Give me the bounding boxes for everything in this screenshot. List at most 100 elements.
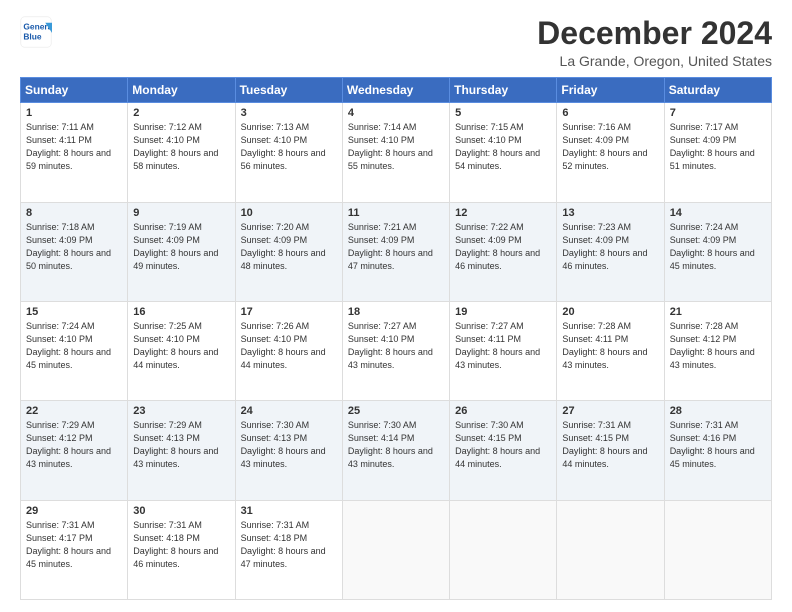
calendar-header-row: SundayMondayTuesdayWednesdayThursdayFrid… [21,78,772,103]
calendar-cell [450,500,557,599]
day-info: Sunrise: 7:25 AMSunset: 4:10 PMDaylight:… [133,320,229,372]
day-info: Sunrise: 7:20 AMSunset: 4:09 PMDaylight:… [241,221,337,273]
day-info: Sunrise: 7:31 AMSunset: 4:15 PMDaylight:… [562,419,658,471]
day-info: Sunrise: 7:28 AMSunset: 4:11 PMDaylight:… [562,320,658,372]
calendar-cell: 4Sunrise: 7:14 AMSunset: 4:10 PMDaylight… [342,103,449,202]
calendar-cell: 17 Sunrise: 7:26 AMSunset: 4:10 PMDayligh… [235,301,342,400]
day-info: Sunrise: 7:11 AMSunset: 4:11 PMDaylight:… [26,121,122,173]
calendar-header-thursday: Thursday [450,78,557,103]
subtitle: La Grande, Oregon, United States [537,53,772,69]
day-number: 1 [26,107,122,119]
day-number: 19 [455,306,551,318]
calendar-cell: 6Sunrise: 7:16 AMSunset: 4:09 PMDaylight… [557,103,664,202]
day-info: Sunrise: 7:31 AMSunset: 4:17 PMDaylight:… [26,519,122,571]
calendar-cell: 12 Sunrise: 7:22 AMSunset: 4:09 PMDayligh… [450,202,557,301]
day-info: Sunrise: 7:27 AMSunset: 4:11 PMDaylight:… [455,320,551,372]
day-number: 2 [133,107,229,119]
calendar-cell: 10 Sunrise: 7:20 AMSunset: 4:09 PMDayligh… [235,202,342,301]
day-info: Sunrise: 7:21 AMSunset: 4:09 PMDaylight:… [348,221,444,273]
day-number: 9 [133,207,229,219]
calendar-cell: 23Sunrise: 7:29 AMSunset: 4:13 PMDayligh… [128,401,235,500]
main-title: December 2024 [537,16,772,51]
day-info: Sunrise: 7:28 AMSunset: 4:12 PMDaylight:… [670,320,766,372]
day-number: 30 [133,505,229,517]
calendar-week-4: 22Sunrise: 7:29 AMSunset: 4:12 PMDayligh… [21,401,772,500]
calendar-cell: 29 Sunrise: 7:31 AMSunset: 4:17 PMDayligh… [21,500,128,599]
title-block: December 2024 La Grande, Oregon, United … [537,16,772,69]
day-number: 27 [562,405,658,417]
day-number: 8 [26,207,122,219]
day-info: Sunrise: 7:15 AMSunset: 4:10 PMDaylight:… [455,121,551,173]
day-number: 4 [348,107,444,119]
day-number: 6 [562,107,658,119]
day-number: 24 [241,405,337,417]
calendar-table: SundayMondayTuesdayWednesdayThursdayFrid… [20,77,772,600]
calendar-week-5: 29 Sunrise: 7:31 AMSunset: 4:17 PMDayligh… [21,500,772,599]
calendar-cell: 14Sunrise: 7:24 AMSunset: 4:09 PMDayligh… [664,202,771,301]
day-info: Sunrise: 7:26 AMSunset: 4:10 PMDaylight:… [241,320,337,372]
day-info: Sunrise: 7:17 AMSunset: 4:09 PMDaylight:… [670,121,766,173]
calendar-cell: 13 Sunrise: 7:23 AMSunset: 4:09 PMDayligh… [557,202,664,301]
calendar-cell: 28 Sunrise: 7:31 AMSunset: 4:16 PMDayligh… [664,401,771,500]
calendar-cell: 25 Sunrise: 7:30 AMSunset: 4:14 PMDayligh… [342,401,449,500]
day-number: 10 [241,207,337,219]
calendar-cell: 30 Sunrise: 7:31 AMSunset: 4:18 PMDayligh… [128,500,235,599]
calendar-header-tuesday: Tuesday [235,78,342,103]
day-number: 31 [241,505,337,517]
calendar-cell: 11 Sunrise: 7:21 AMSunset: 4:09 PMDayligh… [342,202,449,301]
day-info: Sunrise: 7:24 AMSunset: 4:10 PMDaylight:… [26,320,122,372]
day-number: 11 [348,207,444,219]
page: General Blue December 2024 La Grande, Or… [0,0,792,612]
calendar-cell: 16 Sunrise: 7:25 AMSunset: 4:10 PMDayligh… [128,301,235,400]
calendar-header-friday: Friday [557,78,664,103]
calendar-cell: 31 Sunrise: 7:31 AMSunset: 4:18 PMDayligh… [235,500,342,599]
day-info: Sunrise: 7:29 AMSunset: 4:13 PMDaylight:… [133,419,229,471]
calendar-cell: 21 Sunrise: 7:28 AMSunset: 4:12 PMDayligh… [664,301,771,400]
day-info: Sunrise: 7:13 AMSunset: 4:10 PMDaylight:… [241,121,337,173]
day-info: Sunrise: 7:23 AMSunset: 4:09 PMDaylight:… [562,221,658,273]
day-info: Sunrise: 7:18 AMSunset: 4:09 PMDaylight:… [26,221,122,273]
day-info: Sunrise: 7:31 AMSunset: 4:16 PMDaylight:… [670,419,766,471]
logo-icon: General Blue [20,16,52,48]
calendar-cell [342,500,449,599]
day-info: Sunrise: 7:31 AMSunset: 4:18 PMDaylight:… [241,519,337,571]
day-info: Sunrise: 7:30 AMSunset: 4:15 PMDaylight:… [455,419,551,471]
day-info: Sunrise: 7:12 AMSunset: 4:10 PMDaylight:… [133,121,229,173]
calendar-header-wednesday: Wednesday [342,78,449,103]
day-info: Sunrise: 7:31 AMSunset: 4:18 PMDaylight:… [133,519,229,571]
calendar-cell: 1 Sunrise: 7:11 AMSunset: 4:11 PMDaylight… [21,103,128,202]
logo: General Blue [20,16,52,48]
calendar-cell: 5 Sunrise: 7:15 AMSunset: 4:10 PMDaylight… [450,103,557,202]
calendar-cell: 3Sunrise: 7:13 AMSunset: 4:10 PMDaylight… [235,103,342,202]
day-info: Sunrise: 7:19 AMSunset: 4:09 PMDaylight:… [133,221,229,273]
day-number: 26 [455,405,551,417]
day-number: 12 [455,207,551,219]
day-number: 13 [562,207,658,219]
day-info: Sunrise: 7:24 AMSunset: 4:09 PMDaylight:… [670,221,766,273]
calendar-week-1: 1 Sunrise: 7:11 AMSunset: 4:11 PMDaylight… [21,103,772,202]
calendar-cell: 26 Sunrise: 7:30 AMSunset: 4:15 PMDayligh… [450,401,557,500]
day-info: Sunrise: 7:22 AMSunset: 4:09 PMDaylight:… [455,221,551,273]
calendar-cell: 2 Sunrise: 7:12 AMSunset: 4:10 PMDaylight… [128,103,235,202]
day-number: 29 [26,505,122,517]
calendar-cell: 8 Sunrise: 7:18 AMSunset: 4:09 PMDaylight… [21,202,128,301]
day-number: 17 [241,306,337,318]
calendar-cell: 19 Sunrise: 7:27 AMSunset: 4:11 PMDayligh… [450,301,557,400]
day-number: 28 [670,405,766,417]
calendar-cell: 22Sunrise: 7:29 AMSunset: 4:12 PMDayligh… [21,401,128,500]
day-number: 21 [670,306,766,318]
day-info: Sunrise: 7:30 AMSunset: 4:14 PMDaylight:… [348,419,444,471]
day-number: 5 [455,107,551,119]
calendar-cell [664,500,771,599]
day-number: 25 [348,405,444,417]
day-number: 18 [348,306,444,318]
day-number: 20 [562,306,658,318]
calendar-cell: 20 Sunrise: 7:28 AMSunset: 4:11 PMDayligh… [557,301,664,400]
calendar-cell: 18Sunrise: 7:27 AMSunset: 4:10 PMDayligh… [342,301,449,400]
day-number: 15 [26,306,122,318]
calendar-cell [557,500,664,599]
day-number: 16 [133,306,229,318]
calendar-week-3: 15 Sunrise: 7:24 AMSunset: 4:10 PMDayligh… [21,301,772,400]
calendar-header-monday: Monday [128,78,235,103]
calendar-cell: 15 Sunrise: 7:24 AMSunset: 4:10 PMDayligh… [21,301,128,400]
